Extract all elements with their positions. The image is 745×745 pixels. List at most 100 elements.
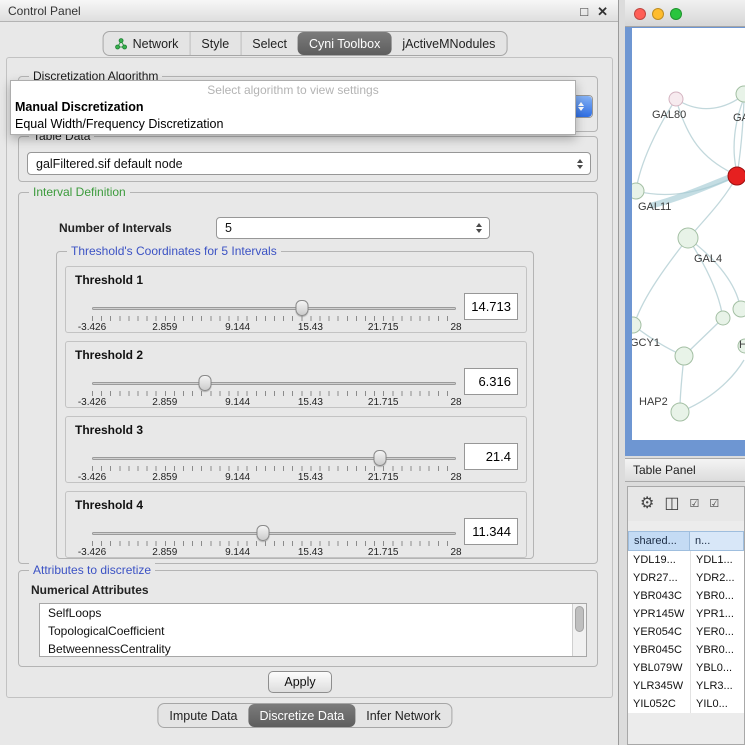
- table-cell[interactable]: YDR27...: [628, 569, 690, 587]
- table-row[interactable]: YDL19... YDL1...: [628, 551, 744, 569]
- gear-icon[interactable]: ⚙: [640, 496, 654, 512]
- table-cell[interactable]: YBL079W: [628, 659, 690, 677]
- select-all-icon[interactable]: ☑: [689, 499, 699, 510]
- network-view-window[interactable]: GAL80 GA GAL11 GAL4 GCY1 H HAP2: [625, 0, 745, 456]
- slider-track[interactable]: [92, 532, 456, 535]
- float-window-icon[interactable]: □: [580, 5, 588, 18]
- dropdown-option-equal-width-frequency[interactable]: Equal Width/Frequency Discretization: [11, 116, 575, 133]
- network-canvas[interactable]: GAL80 GA GAL11 GAL4 GCY1 H HAP2: [632, 28, 745, 440]
- close-icon[interactable]: ✕: [597, 5, 608, 18]
- table-row[interactable]: YIL052C YIL0...: [628, 695, 744, 713]
- scale-label: 21.715: [368, 547, 399, 558]
- list-item[interactable]: BetweennessCentrality: [40, 640, 586, 657]
- tab-impute-data[interactable]: Impute Data: [158, 704, 248, 727]
- tab-select[interactable]: Select: [240, 32, 298, 55]
- threshold-3-value-input[interactable]: [464, 443, 518, 470]
- table-cell[interactable]: YLR3...: [690, 677, 744, 695]
- numerical-attributes-list[interactable]: SelfLoops TopologicalCoefficient Between…: [39, 603, 587, 657]
- table-row[interactable]: YLR345W YLR3...: [628, 677, 744, 695]
- tab-infer-network-label: Infer Network: [366, 709, 440, 723]
- table-cell[interactable]: YDL19...: [628, 551, 690, 569]
- network-window-titlebar: [625, 0, 745, 27]
- tab-cyni-toolbox-label: Cyni Toolbox: [309, 37, 380, 51]
- table-cell[interactable]: YLR345W: [628, 677, 690, 695]
- table-cell[interactable]: YBR0...: [690, 587, 744, 605]
- dropdown-option-manual-discretization[interactable]: Manual Discretization: [11, 99, 575, 116]
- slider-track[interactable]: [92, 382, 456, 385]
- unselect-all-icon[interactable]: ☑: [709, 499, 719, 510]
- threshold-2-slider[interactable]: -3.426 2.859 9.144 15.43 21.715 28: [92, 378, 456, 408]
- list-scrollbar[interactable]: [572, 604, 586, 656]
- apply-button[interactable]: Apply: [268, 671, 332, 693]
- close-traffic-light[interactable]: [634, 8, 646, 20]
- table-cell[interactable]: YBR045C: [628, 641, 690, 659]
- table-row[interactable]: YBR045C YBR0...: [628, 641, 744, 659]
- network-node[interactable]: [733, 301, 745, 317]
- slider-track[interactable]: [92, 457, 456, 460]
- table-data-combobox[interactable]: galFiltered.sif default node: [27, 152, 591, 175]
- column-header-shared-name[interactable]: shared...: [628, 531, 690, 551]
- tab-network[interactable]: Network: [104, 32, 190, 55]
- table-cell[interactable]: YIL0...: [690, 695, 744, 713]
- threshold-2-value-input[interactable]: [464, 368, 518, 395]
- table-row[interactable]: YER054C YER0...: [628, 623, 744, 641]
- cyni-bottom-tabbar: Impute Data Discretize Data Infer Networ…: [157, 703, 452, 728]
- table-cell[interactable]: YPR1...: [690, 605, 744, 623]
- network-node[interactable]: [678, 228, 698, 248]
- tab-cyni-toolbox[interactable]: Cyni Toolbox: [298, 32, 391, 55]
- table-row[interactable]: YPR145W YPR1...: [628, 605, 744, 623]
- scale-label: 2.859: [152, 397, 177, 408]
- table-cell[interactable]: YER054C: [628, 623, 690, 641]
- table-toolbar: ⚙ ◫ ☑ ☑: [628, 487, 744, 521]
- spinner-arrows-icon[interactable]: [476, 223, 482, 233]
- table-cell[interactable]: YBR0...: [690, 641, 744, 659]
- number-of-intervals-spinner[interactable]: 5: [216, 217, 490, 239]
- table-cell[interactable]: YDR2...: [690, 569, 744, 587]
- network-node[interactable]: [669, 92, 683, 106]
- table-cell[interactable]: YBR043C: [628, 587, 690, 605]
- tab-discretize-data[interactable]: Discretize Data: [249, 704, 356, 727]
- threshold-4-value-input[interactable]: [464, 518, 518, 545]
- tab-style-label: Style: [201, 37, 229, 51]
- tab-discretize-data-label: Discretize Data: [260, 709, 345, 723]
- threshold-3-slider[interactable]: -3.426 2.859 9.144 15.43 21.715 28: [92, 453, 456, 483]
- network-node[interactable]: [716, 311, 730, 325]
- network-node[interactable]: [671, 403, 689, 421]
- slider-track[interactable]: [92, 307, 456, 310]
- threshold-1-slider[interactable]: -3.426 2.859 9.144 15.43 21.715 28: [92, 303, 456, 333]
- zoom-traffic-light[interactable]: [670, 8, 682, 20]
- table-cell[interactable]: YBL0...: [690, 659, 744, 677]
- list-item[interactable]: TopologicalCoefficient: [40, 622, 586, 640]
- column-header-name[interactable]: n...: [690, 531, 744, 551]
- network-node[interactable]: [632, 183, 644, 199]
- network-node[interactable]: [675, 347, 693, 365]
- tab-style[interactable]: Style: [189, 32, 240, 55]
- threshold-4-slider[interactable]: -3.426 2.859 9.144 15.43 21.715 28: [92, 528, 456, 558]
- table-row[interactable]: YBR043C YBR0...: [628, 587, 744, 605]
- combobox-spinner-arrows-icon[interactable]: [577, 159, 583, 169]
- minimize-traffic-light[interactable]: [652, 8, 664, 20]
- table-cell[interactable]: YPR145W: [628, 605, 690, 623]
- list-scrollbar-thumb[interactable]: [575, 606, 584, 632]
- slider-thumb[interactable]: [198, 375, 211, 391]
- table-cell[interactable]: YER0...: [690, 623, 744, 641]
- slider-thumb[interactable]: [296, 300, 309, 316]
- tab-infer-network[interactable]: Infer Network: [355, 704, 451, 727]
- selected-network-node[interactable]: [728, 167, 745, 185]
- table-cell[interactable]: YDL1...: [690, 551, 744, 569]
- table-row[interactable]: YDR27... YDR2...: [628, 569, 744, 587]
- threshold-2-panel: Threshold 2 -3.426 2.859 9.144 15.43 21.…: [65, 341, 527, 408]
- slider-thumb[interactable]: [257, 525, 270, 541]
- table-row[interactable]: YBL079W YBL0...: [628, 659, 744, 677]
- table-cell[interactable]: YIL052C: [628, 695, 690, 713]
- scale-label: 21.715: [368, 472, 399, 483]
- slider-thumb[interactable]: [373, 450, 386, 466]
- tab-jactivemnodules[interactable]: jActiveMNodules: [391, 32, 506, 55]
- threshold-1-value-input[interactable]: [464, 293, 518, 320]
- columns-icon[interactable]: ◫: [664, 496, 679, 512]
- slider-ticks: [92, 316, 456, 321]
- scale-label: -3.426: [78, 547, 106, 558]
- dropdown-placeholder-option[interactable]: Select algorithm to view settings: [11, 81, 575, 99]
- list-item[interactable]: SelfLoops: [40, 604, 586, 622]
- scale-label: 28: [450, 547, 461, 558]
